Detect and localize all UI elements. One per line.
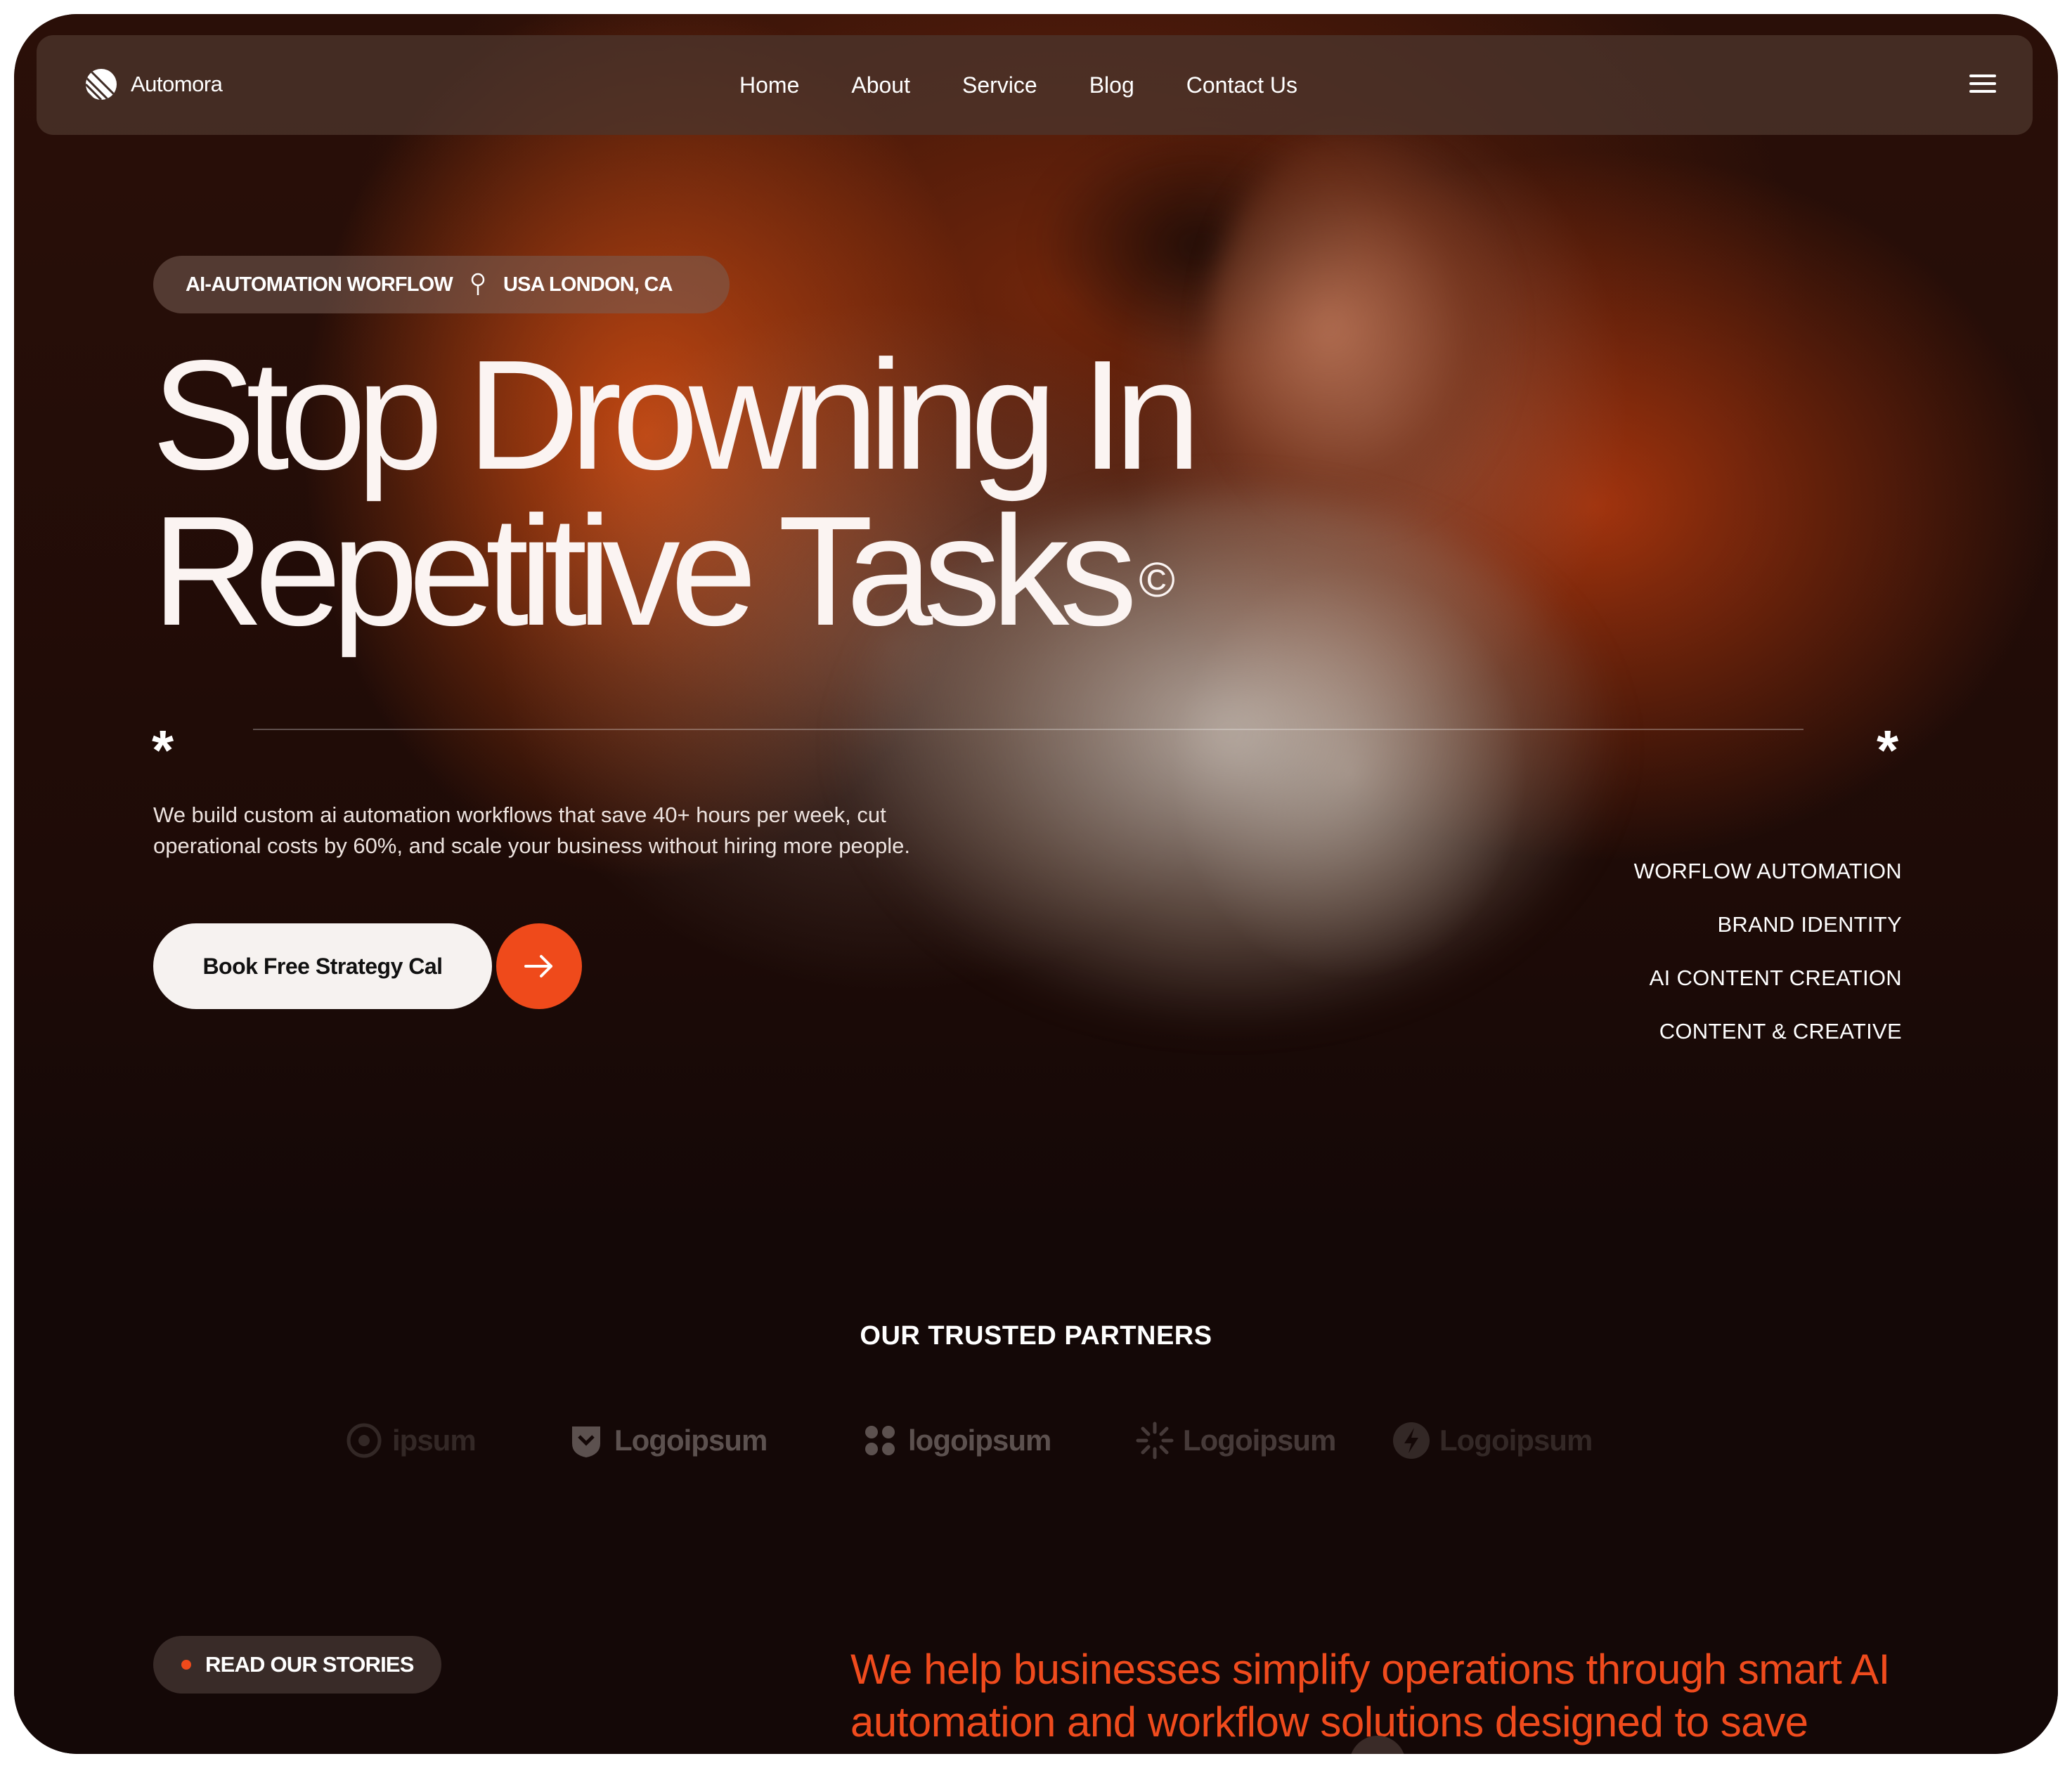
partner-logo-2-text: Logoipsum <box>614 1424 768 1457</box>
nav-service-link[interactable]: Service <box>962 72 1037 98</box>
hamburger-icon[interactable] <box>1969 74 1996 96</box>
partner-logo-3-text: logoipsum <box>908 1424 1051 1457</box>
partner-5-icon <box>1393 1422 1430 1459</box>
hero-tag-category: AI-AUTOMATION WORFLOW <box>186 273 453 296</box>
partner-3-icon <box>865 1426 895 1455</box>
hero-photo-face <box>1209 134 1511 527</box>
book-strategy-call-button[interactable]: Book Free Strategy Cal <box>153 923 492 1009</box>
brand-logo-icon <box>86 69 117 100</box>
service-item-ai-content[interactable]: AI CONTENT CREATION <box>1634 951 1902 1005</box>
hero-headline: Stop Drowning In Repetitive Tasks © <box>152 328 1201 658</box>
partner-logo-4-text: Logoipsum <box>1183 1424 1336 1457</box>
page-frame: Automora Home About Service Blog Contact… <box>14 14 2058 1754</box>
hero-tag-pill: AI-AUTOMATION WORFLOW USA LONDON, CA <box>153 256 730 313</box>
partner-logo-3: logoipsum <box>860 1412 1051 1469</box>
partner-logos: ipsum Logoipsum logoipsum Logoipsum Logo… <box>260 1412 1666 1469</box>
asterisk-left-icon: * <box>152 719 174 781</box>
hero-headline-line-1: Stop Drowning In <box>152 328 1201 502</box>
hero-divider <box>253 729 1804 730</box>
nav-home-link[interactable]: Home <box>739 72 799 98</box>
partner-logo-5: Logoipsum <box>1392 1412 1593 1469</box>
hero-headline-line-2-text: Repetitive Tasks <box>152 484 1137 658</box>
partner-4-icon <box>1136 1422 1174 1460</box>
partner-logo-5-text: Logoipsum <box>1439 1424 1593 1457</box>
partner-logo-4: Logoipsum <box>1135 1412 1336 1469</box>
brand-logo[interactable]: Automora <box>84 67 223 101</box>
hero-headline-line-2: Repetitive Tasks © <box>152 493 1191 658</box>
nav-about-link[interactable]: About <box>851 72 910 98</box>
partner-1-icon <box>347 1423 382 1458</box>
mission-statement: We help businesses simplify operations t… <box>850 1646 1890 1746</box>
partner-2-icon <box>572 1426 600 1457</box>
read-stories-button[interactable]: READ OUR STORIES <box>153 1636 441 1694</box>
partner-logo-2: Logoipsum <box>566 1412 768 1469</box>
asterisk-right-icon: * <box>1877 719 1899 781</box>
partner-logo-1-text: ipsum <box>392 1424 477 1457</box>
brand-name: Automora <box>131 72 223 96</box>
copyright-mark: © <box>1139 552 1175 607</box>
top-navbar: Automora Home About Service Blog Contact… <box>37 35 2033 135</box>
service-item-brand[interactable]: BRAND IDENTITY <box>1634 898 1902 951</box>
service-item-content-creative[interactable]: CONTENT & CREATIVE <box>1634 1005 1902 1058</box>
nav-blog-link[interactable]: Blog <box>1089 72 1134 98</box>
hero-tag-location: USA LONDON, CA <box>503 273 673 296</box>
read-stories-label: READ OUR STORIES <box>205 1652 414 1677</box>
location-pin-icon <box>471 273 485 295</box>
arrow-right-icon[interactable] <box>496 923 582 1009</box>
stories-dot-icon <box>181 1660 191 1670</box>
hero-description: We build custom ai automation workflows … <box>153 802 911 858</box>
nav-contact-link[interactable]: Contact Us <box>1186 72 1297 98</box>
partners-title: OUR TRUSTED PARTNERS <box>860 1321 1212 1351</box>
service-item-workflow[interactable]: WORFLOW AUTOMATION <box>1634 845 1902 898</box>
services-list: WORFLOW AUTOMATION BRAND IDENTITY AI CON… <box>1634 845 1902 1058</box>
main-menu: Home About Service Blog Contact Us <box>739 35 1349 135</box>
partner-logo-1: ipsum <box>344 1412 477 1469</box>
